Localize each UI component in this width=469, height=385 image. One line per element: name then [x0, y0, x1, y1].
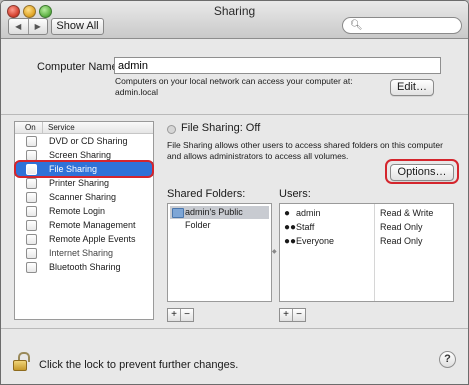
search-field[interactable]: 🔍︎	[342, 17, 462, 34]
user-privilege[interactable]: Read Only	[380, 235, 423, 248]
sharing-window: Sharing ◀ ▶ Show All 🔍︎ Computer Name: C…	[0, 0, 469, 385]
window-title: Sharing	[213, 4, 256, 18]
service-label: Printer Sharing	[49, 178, 110, 188]
users-list: ● admin Read & Write ●● Staff Read Only …	[279, 203, 454, 302]
lock-icon[interactable]	[13, 352, 30, 371]
computer-name-label: Computer Name:	[37, 61, 121, 73]
public-folder-icon	[172, 208, 184, 218]
user-row-staff[interactable]: ●● Staff Read Only	[280, 221, 453, 234]
shared-folders-add-remove: + −	[167, 308, 194, 322]
search-icon: 🔍︎	[350, 20, 363, 31]
service-label: Bluetooth Sharing	[49, 262, 121, 272]
service-row-scanner-sharing[interactable]: Scanner Sharing	[15, 190, 153, 204]
user-name: Everyone	[296, 236, 335, 246]
service-checkbox[interactable]	[26, 136, 37, 147]
services-list: On Service DVD or CD Sharing Screen Shar…	[14, 121, 154, 320]
service-label: Remote Management	[49, 220, 136, 230]
back-arrow-icon[interactable]: ◀	[9, 19, 28, 34]
pane-splitter-icon[interactable]: ◆	[272, 248, 277, 255]
computer-name-field[interactable]	[114, 57, 441, 74]
user-privilege[interactable]: Read Only	[380, 221, 423, 234]
service-checkbox[interactable]	[26, 220, 37, 231]
user-row-admin[interactable]: ● admin Read & Write	[280, 207, 453, 220]
shared-folders-label: Shared Folders:	[167, 188, 246, 200]
service-row-remote-management[interactable]: Remote Management	[15, 218, 153, 232]
service-row-printer-sharing[interactable]: Printer Sharing	[15, 176, 153, 190]
divider	[1, 328, 468, 329]
computer-name-description: Computers on your local network can acce…	[115, 76, 353, 98]
remove-user-button[interactable]: −	[292, 309, 305, 321]
users-add-remove: + −	[279, 308, 306, 322]
show-all-button[interactable]: Show All	[51, 18, 104, 35]
search-input[interactable]	[363, 18, 451, 33]
shared-folder-label: admin's Public Folder	[185, 207, 243, 230]
service-label: Remote Apple Events	[49, 234, 136, 244]
add-folder-button[interactable]: +	[168, 309, 180, 321]
service-checkbox[interactable]	[26, 178, 37, 189]
services-list-header: On Service	[15, 122, 153, 134]
add-user-button[interactable]: +	[280, 309, 292, 321]
forward-arrow-icon[interactable]: ▶	[27, 19, 48, 34]
service-checkbox[interactable]	[26, 206, 37, 217]
header-service: Service	[48, 123, 75, 132]
service-label: Internet Sharing	[49, 248, 114, 258]
shared-folder-row[interactable]: admin's Public Folder	[170, 206, 269, 230]
back-forward-control: ◀ ▶	[8, 18, 48, 35]
file-sharing-status: File Sharing: Off	[181, 122, 261, 134]
divider	[1, 114, 468, 115]
service-row-bluetooth-sharing[interactable]: Bluetooth Sharing	[15, 260, 153, 274]
service-label: Scanner Sharing	[49, 192, 117, 202]
computer-name-desc-line1: Computers on your local network can acce…	[115, 76, 353, 86]
user-name: admin	[296, 208, 321, 218]
service-checkbox[interactable]	[26, 262, 37, 273]
single-user-icon: ●	[284, 208, 291, 219]
user-name: Staff	[296, 222, 315, 232]
remove-folder-button[interactable]: −	[180, 309, 193, 321]
user-privilege[interactable]: Read & Write	[380, 207, 433, 220]
lock-instructions: Click the lock to prevent further change…	[39, 359, 239, 371]
service-checkbox[interactable]	[26, 234, 37, 245]
file-sharing-highlight	[14, 160, 154, 178]
edit-button[interactable]: Edit…	[390, 79, 434, 96]
user-row-everyone[interactable]: ●● Everyone Read Only	[280, 235, 453, 248]
service-row-remote-apple-events[interactable]: Remote Apple Events	[15, 232, 153, 246]
help-button[interactable]: ?	[439, 351, 456, 368]
status-indicator-icon	[167, 125, 176, 134]
service-row-dvd-cd-sharing[interactable]: DVD or CD Sharing	[15, 134, 153, 148]
service-checkbox[interactable]	[26, 192, 37, 203]
options-highlight	[385, 159, 459, 184]
header-on: On	[25, 123, 36, 132]
group-icon: ●●	[284, 236, 297, 247]
title-bar: Sharing ◀ ▶ Show All 🔍︎	[1, 1, 468, 39]
computer-name-desc-line2: admin.local	[115, 87, 158, 97]
lock-body	[13, 360, 27, 371]
group-icon: ●●	[284, 222, 297, 233]
service-label: DVD or CD Sharing	[49, 136, 128, 146]
header-divider	[42, 122, 43, 133]
service-label: Remote Login	[49, 206, 106, 216]
service-row-remote-login[interactable]: Remote Login	[15, 204, 153, 218]
service-row-internet-sharing[interactable]: Internet Sharing	[15, 246, 153, 260]
users-label: Users:	[279, 188, 311, 200]
description-line1: File Sharing allows other users to acces…	[167, 140, 443, 150]
service-checkbox[interactable]	[26, 248, 37, 259]
shared-folders-list: admin's Public Folder	[167, 203, 272, 302]
